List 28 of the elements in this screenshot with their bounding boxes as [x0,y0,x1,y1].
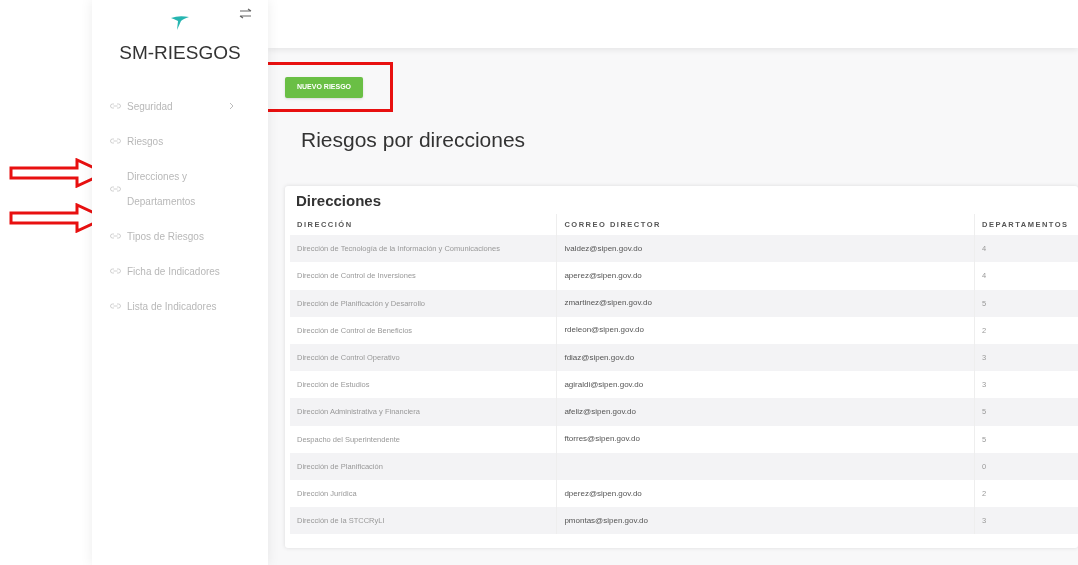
chevron-icon [229,102,234,110]
link-icon [110,138,121,144]
swap-icon[interactable] [239,8,252,19]
link-icon [110,185,121,192]
sidebar-item[interactable]: Seguridad [110,93,234,124]
table-cell: lvaldez@sipen.gov.do [564,243,643,253]
table-cell: agiraldi@sipen.gov.do [564,379,644,389]
page-title: Riesgos por direcciones [301,126,527,153]
table-cell: ftorres@sipen.gov.do [564,434,640,444]
sidebar-item[interactable]: Riesgos [110,123,234,159]
sidebar-item[interactable]: Tipos de Riesgos [110,218,234,254]
table-cell: fdiaz@sipen.gov.do [564,352,635,362]
table-cell: aperez@sipen.gov.do [564,271,642,281]
link-icon [110,103,121,109]
table-cell: afeliz@sipen.gov.do [564,406,636,416]
card-title: Direcciones [295,191,383,212]
link-icon [110,233,121,239]
link-icon [110,268,121,274]
table-cell: pmontas@sipen.gov.do [564,515,648,525]
sidebar-item[interactable]: Lista de Indicadores [110,288,234,324]
bird-logo-icon [169,15,191,31]
table-cell: rdeleon@sipen.gov.do [564,325,644,335]
sidebar-item[interactable]: Ficha de Indicadores [110,253,234,289]
sidebar-item[interactable]: Direcciones y Departamentos [110,158,234,219]
link-icon [110,303,121,309]
table-cell: zmartinez@sipen.gov.do [564,298,652,308]
table-cell: dperez@sipen.gov.do [564,488,642,498]
app-title: SM-RIESGOS [118,41,242,65]
